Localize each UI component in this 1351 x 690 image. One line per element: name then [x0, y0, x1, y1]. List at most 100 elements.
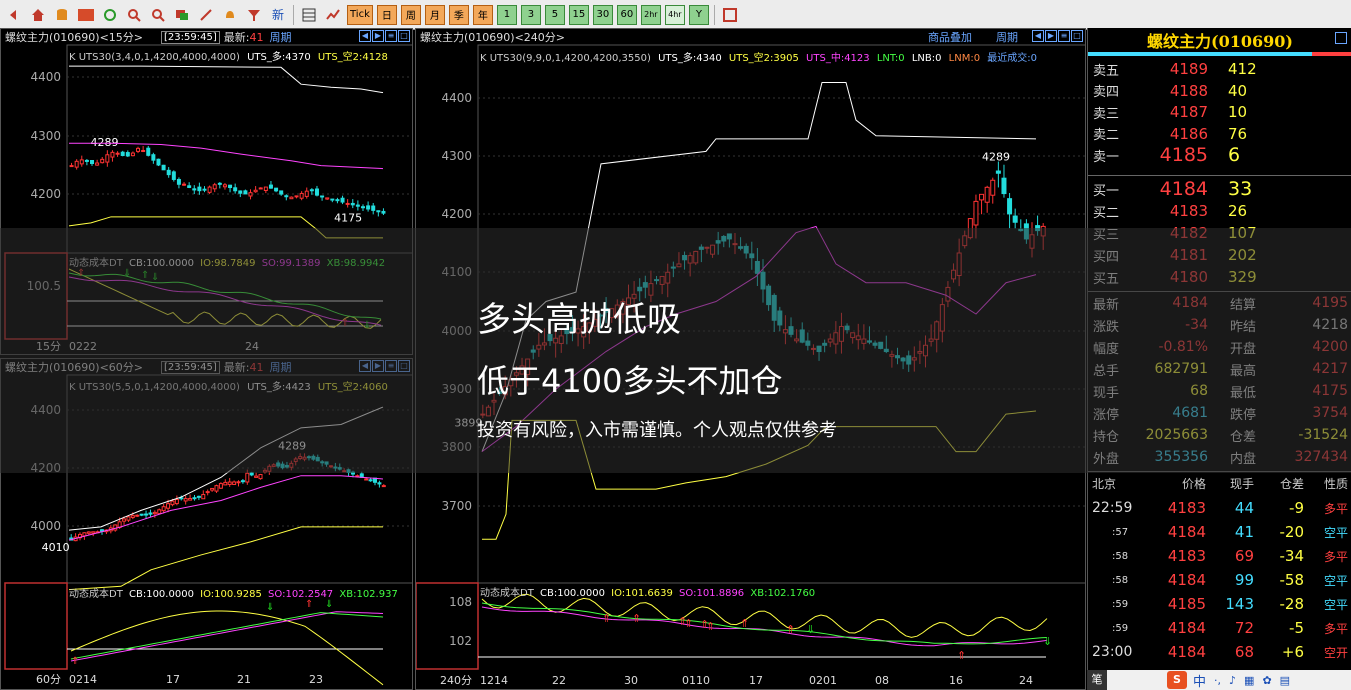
- ask-level[interactable]: 卖一 4185 6: [1088, 144, 1351, 166]
- minute-5-button[interactable]: 5: [544, 4, 565, 25]
- custom-y-button[interactable]: Y: [688, 4, 709, 25]
- y-tick-label: 3900: [441, 382, 472, 396]
- tick-button[interactable]: Tick: [347, 4, 373, 25]
- tick-header-price: 价格: [1181, 476, 1206, 491]
- filter-icon[interactable]: [244, 5, 264, 25]
- tick-row[interactable]: :57 4184 41 -20 空平: [1088, 520, 1351, 544]
- candle-body: [698, 246, 704, 250]
- tick-row[interactable]: :58 4183 69 -34 多平: [1088, 544, 1351, 568]
- candle-body: [335, 199, 340, 202]
- minute-3-button[interactable]: 3: [520, 4, 541, 25]
- tick-price: 4184: [1167, 643, 1206, 661]
- candle-body: [227, 481, 232, 485]
- candle-body: [188, 498, 193, 501]
- candle-body: [1012, 215, 1018, 223]
- signal-arrow: ⇑: [141, 270, 149, 281]
- zoom-out-icon[interactable]: [148, 5, 168, 25]
- ime-skin-icon[interactable]: ✿: [1262, 674, 1271, 687]
- level-price: 4184: [1159, 178, 1208, 200]
- bid-level[interactable]: 买一 4184 33: [1088, 178, 1351, 200]
- period-month-button[interactable]: 月: [424, 4, 445, 25]
- footer-tab[interactable]: 笔: [1087, 670, 1107, 690]
- period-year-button[interactable]: 年: [472, 4, 493, 25]
- tick-row[interactable]: :59 4185 143 -28 空平: [1088, 592, 1351, 616]
- minute-1-button[interactable]: 1: [496, 4, 517, 25]
- window-icon[interactable]: [172, 5, 192, 25]
- bid-level[interactable]: 买二 4183 26: [1088, 200, 1351, 222]
- ime-menu-icon[interactable]: ▤: [1280, 674, 1290, 687]
- hour-4-button[interactable]: 4hr: [664, 4, 685, 25]
- candle-body: [254, 475, 259, 478]
- period-quarter-button[interactable]: 季: [448, 4, 469, 25]
- chart-panel-15min[interactable]: 螺纹主力(010690)<15分> [23:59:45] 最新: 41 周期 ◀…: [0, 28, 413, 355]
- stat-value: 682791: [1154, 361, 1208, 377]
- commentary-line-3: 投资有风险，入市需谨慎。个人观点仅供参考: [477, 420, 837, 441]
- tick-row[interactable]: :58 4184 99 -58 空平: [1088, 568, 1351, 592]
- high-price-label: 4289: [982, 151, 1010, 164]
- candle-body: [91, 531, 96, 534]
- ime-logo[interactable]: S: [1167, 671, 1187, 689]
- maximize-icon[interactable]: [1335, 32, 1347, 44]
- home-icon[interactable]: [28, 5, 48, 25]
- tick-row[interactable]: 23:00 4184 68 +6 空开: [1088, 640, 1351, 664]
- minute-30-button[interactable]: 30: [592, 4, 613, 25]
- candle-body: [333, 466, 338, 469]
- candle-body: [302, 456, 307, 460]
- ime-lang[interactable]: 中: [1193, 671, 1206, 690]
- stat-value: 4218: [1312, 317, 1348, 333]
- candle-body: [79, 159, 84, 165]
- table-icon[interactable]: [299, 5, 319, 25]
- candle-body: [827, 338, 833, 343]
- candle-body: [262, 469, 267, 473]
- chart-panel-60min[interactable]: 螺纹主力(010690)<60分> [23:59:45] 最新: 41 周期 ◀…: [0, 358, 413, 690]
- refresh-icon[interactable]: [100, 5, 120, 25]
- candle-body: [376, 210, 381, 213]
- level-price: 4183: [1169, 202, 1208, 220]
- line-chart-icon[interactable]: [323, 5, 343, 25]
- bid-level[interactable]: 买五 4180 329: [1088, 266, 1351, 288]
- stat-row: 涨停 4681 跌停 3754: [1088, 402, 1351, 424]
- signal-arrow: ⇓: [325, 599, 333, 610]
- level-volume: 10: [1228, 103, 1248, 121]
- candle-body: [171, 171, 176, 180]
- bell-icon[interactable]: [220, 5, 240, 25]
- candle-body: [130, 152, 135, 157]
- minute-15-button[interactable]: 15: [568, 4, 589, 25]
- tick-vol: 69: [1234, 547, 1254, 565]
- tick-nature: 空平: [1323, 525, 1348, 540]
- tick-nature: 多平: [1323, 621, 1348, 636]
- signal-arrow: ⇑: [71, 656, 79, 667]
- draw-pen-icon[interactable]: [196, 5, 216, 25]
- level-label: 买三: [1093, 227, 1120, 243]
- hour-2-button[interactable]: 2hr: [640, 4, 661, 25]
- bid-level[interactable]: 买三 4182 107: [1088, 222, 1351, 244]
- stat-label: 昨结: [1230, 319, 1257, 335]
- candle-body: [962, 235, 968, 247]
- sub-indicator-line: 动态成本DT CB:100.0000 IO:100.9285 SO:102.25…: [69, 585, 398, 600]
- tick-row[interactable]: :59 4184 72 -5 多平: [1088, 616, 1351, 640]
- database-icon[interactable]: [52, 5, 72, 25]
- ime-keyboard-icon[interactable]: ▦: [1244, 674, 1254, 687]
- stat-value: -0.81%: [1158, 339, 1208, 355]
- f10-icon[interactable]: [76, 5, 96, 25]
- candle-body: [855, 335, 861, 341]
- level-volume: 76: [1228, 124, 1248, 143]
- tick-row[interactable]: 22:59 4183 44 -9 多平: [1088, 496, 1351, 520]
- period-week-button[interactable]: 周: [400, 4, 421, 25]
- sub-cb: CB:100.0000: [540, 588, 605, 599]
- back-icon[interactable]: [4, 5, 24, 25]
- layout-icon[interactable]: [720, 5, 740, 25]
- ask-level[interactable]: 卖二 4186 76: [1088, 123, 1351, 145]
- ask-level[interactable]: 卖三 4187 10: [1088, 101, 1351, 123]
- ime-punct-icon[interactable]: ·,: [1214, 674, 1221, 687]
- minute-60-button[interactable]: 60: [616, 4, 637, 25]
- period-day-button[interactable]: 日: [376, 4, 397, 25]
- bid-level[interactable]: 买四 4181 202: [1088, 244, 1351, 266]
- stat-label: 开盘: [1230, 341, 1257, 357]
- candle-body: [187, 185, 192, 188]
- ask-level[interactable]: 卖五 4189 412: [1088, 58, 1351, 80]
- new-button[interactable]: 新: [268, 5, 288, 25]
- zoom-in-icon[interactable]: [124, 5, 144, 25]
- ime-mic-icon[interactable]: ♪: [1229, 674, 1236, 687]
- ask-level[interactable]: 卖四 4188 40: [1088, 80, 1351, 102]
